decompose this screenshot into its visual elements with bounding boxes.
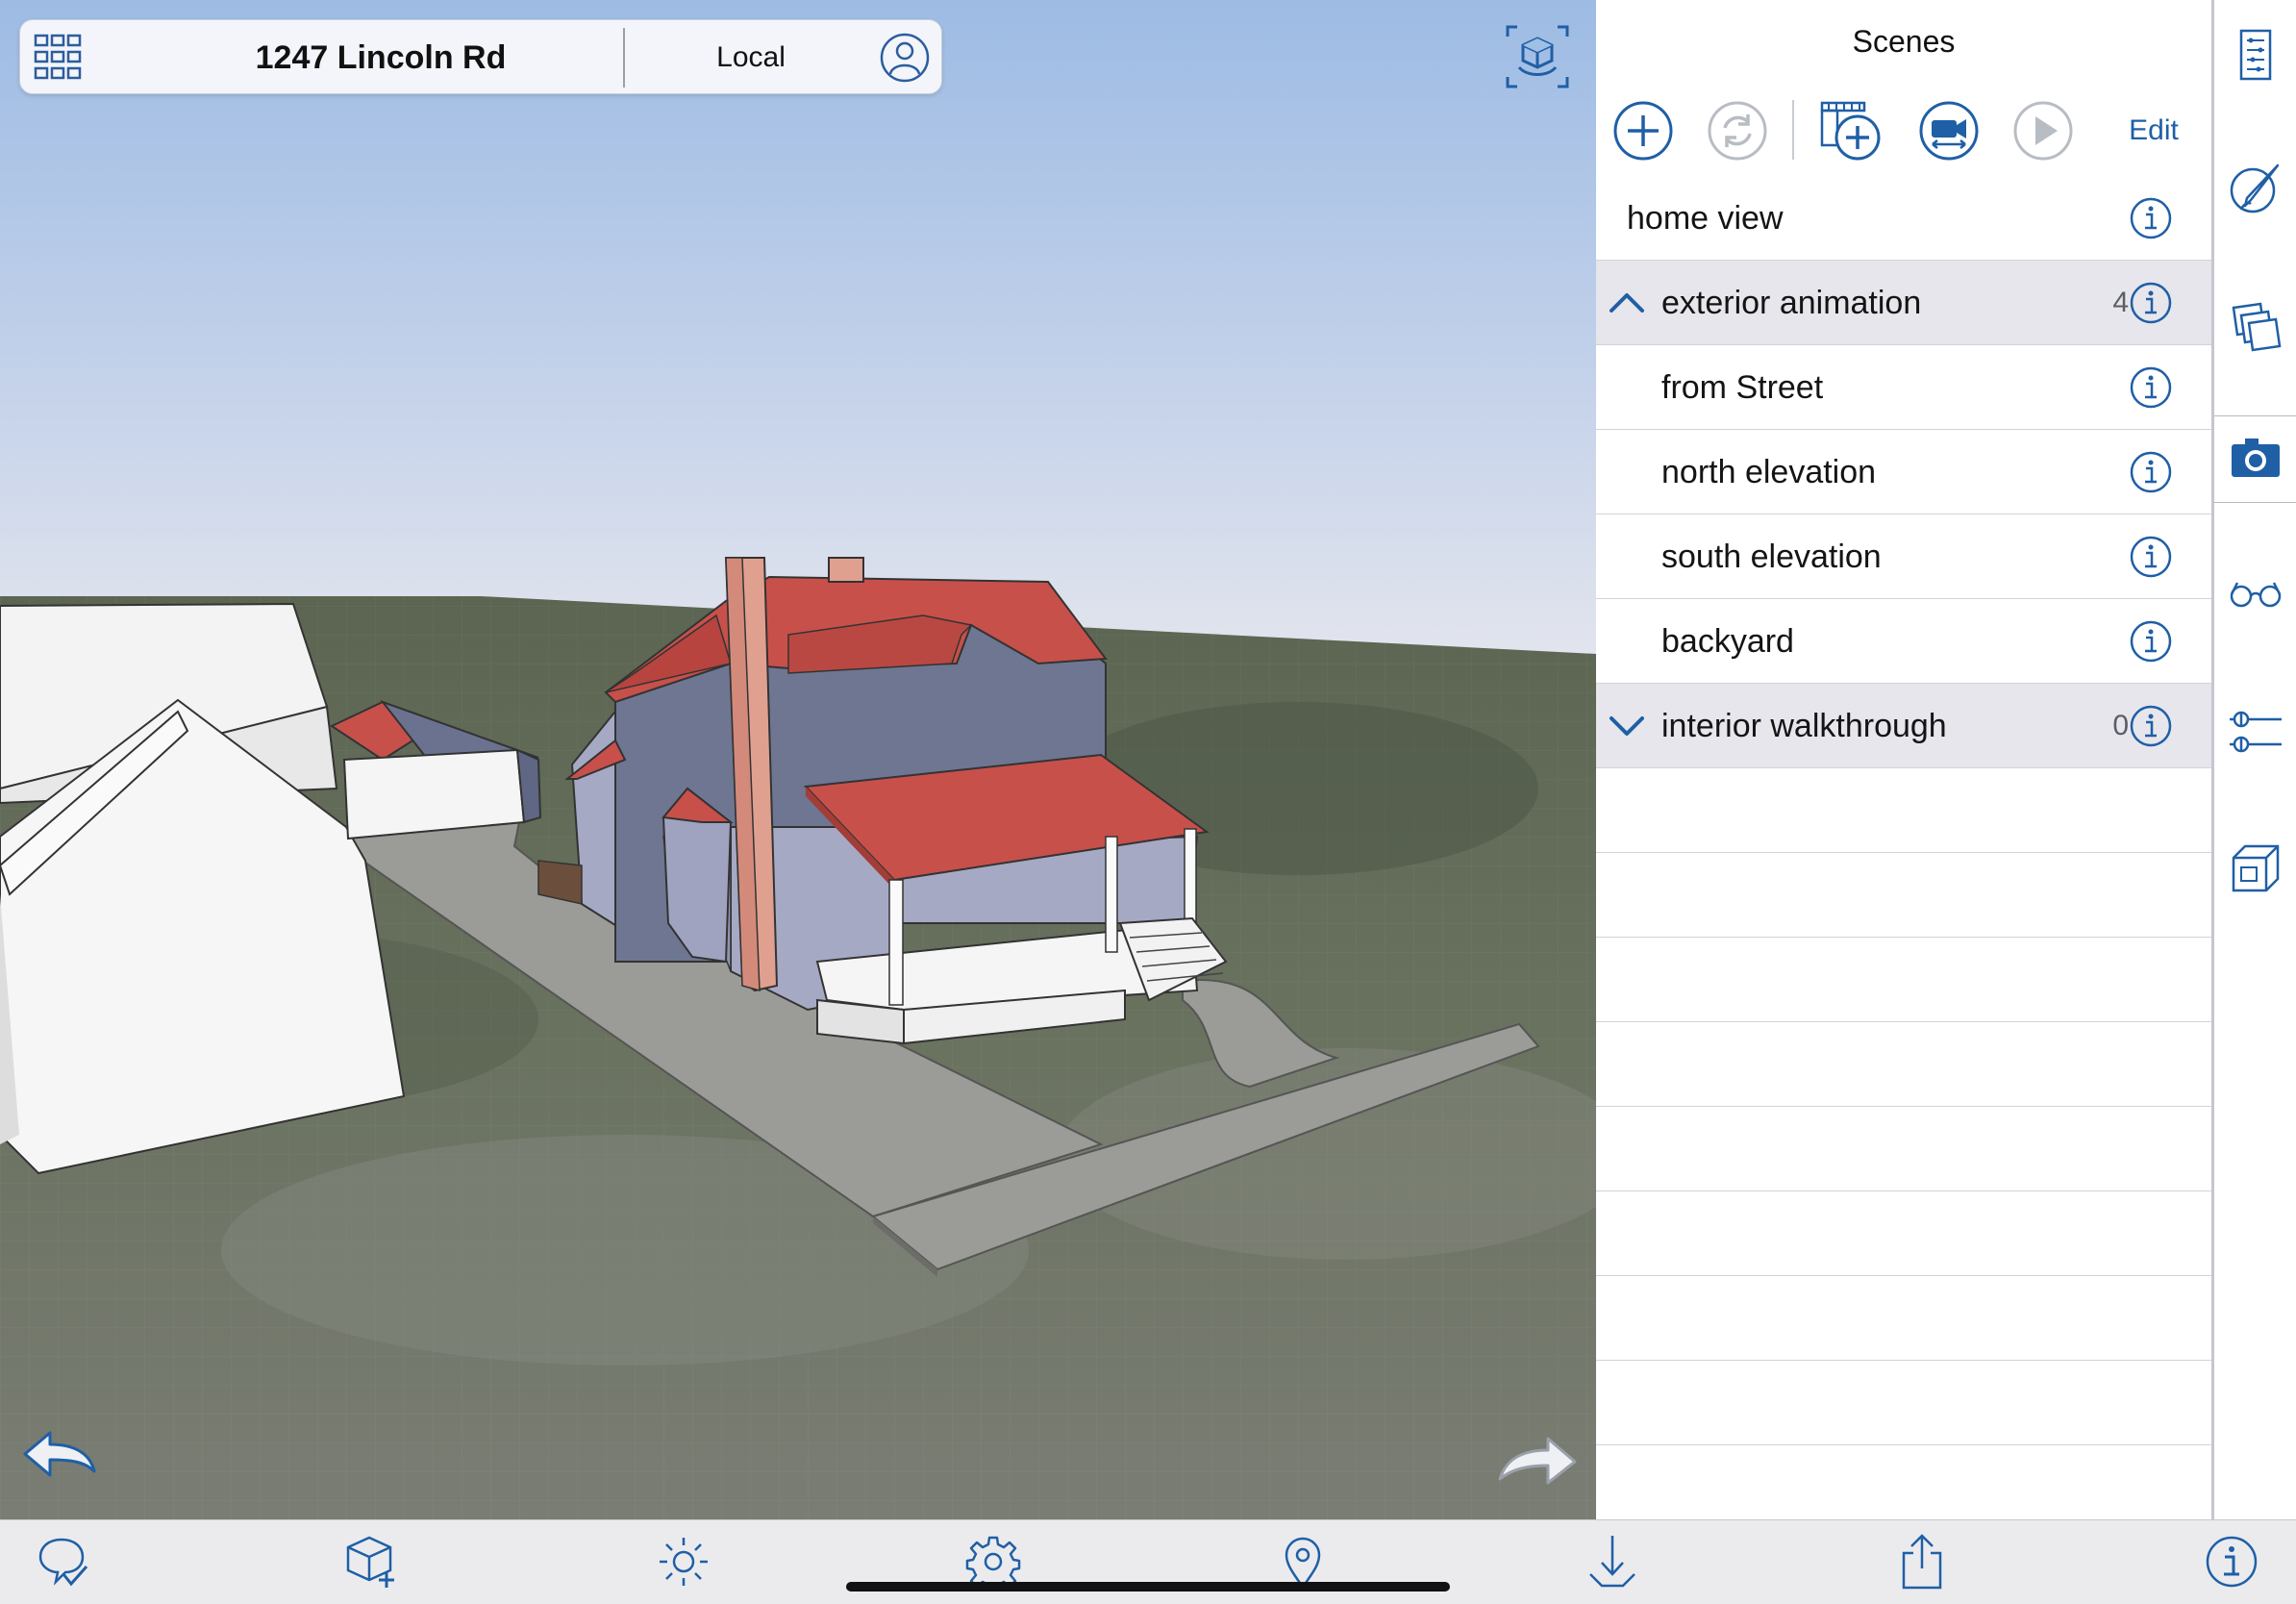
model-viewport[interactable] — [0, 0, 1596, 1519]
toolbar-separator — [1792, 100, 1794, 160]
empty-row — [1596, 1191, 2211, 1276]
empty-row — [1596, 1445, 2211, 1530]
undo-arrow-icon[interactable] — [21, 1427, 98, 1487]
scene-count: 4 — [2112, 287, 2129, 318]
model-title[interactable]: 1247 Lincoln Rd — [136, 20, 626, 95]
info-icon[interactable] — [2129, 450, 2173, 494]
camera-move-icon[interactable] — [1917, 99, 1981, 163]
info-icon[interactable] — [2204, 1534, 2259, 1590]
scene-label: south elevation — [1661, 539, 1882, 575]
empty-row — [1596, 1361, 2211, 1445]
scene-row-home-view[interactable]: home view — [1596, 176, 2211, 261]
3d-model-scene[interactable] — [0, 0, 1596, 1519]
scene-row-backyard[interactable]: backyard — [1596, 599, 2211, 684]
redo-arrow-icon[interactable] — [1496, 1431, 1579, 1491]
grid-icon[interactable] — [34, 34, 82, 82]
info-icon[interactable] — [2129, 619, 2173, 664]
scene-label: from Street — [1661, 369, 1824, 406]
edit-button[interactable]: Edit — [2106, 108, 2202, 154]
empty-row — [1596, 1276, 2211, 1361]
panel-title: Scenes — [1852, 24, 1956, 59]
title-bar: 1247 Lincoln Rd Local — [19, 19, 942, 94]
sun-icon[interactable] — [656, 1534, 711, 1590]
scene-row-south-elevation[interactable]: south elevation — [1596, 514, 2211, 599]
cube-orbit-icon[interactable] — [1506, 25, 1569, 88]
scene-label: home view — [1627, 200, 1784, 237]
info-icon[interactable] — [2129, 281, 2173, 325]
refresh-circle-icon[interactable] — [1706, 99, 1769, 163]
add-object-icon[interactable] — [344, 1534, 400, 1590]
scene-group-exterior-animation[interactable]: exterior animation 4 — [1596, 261, 2211, 345]
download-icon[interactable] — [1585, 1534, 1640, 1590]
share-icon[interactable] — [1894, 1534, 1950, 1590]
scene-label: north elevation — [1661, 454, 1877, 490]
markup-check-icon[interactable] — [35, 1534, 90, 1590]
person-icon[interactable] — [879, 32, 931, 84]
scenes-panel: Scenes Edit home view exterior animation… — [1596, 0, 2211, 1530]
section-planes-icon[interactable] — [2228, 704, 2284, 760]
empty-row — [1596, 938, 2211, 1022]
scene-group-label: interior walkthrough — [1661, 708, 1947, 744]
scene-list: home view exterior animation 4 from Stre… — [1596, 176, 2211, 1530]
play-circle-icon[interactable] — [2011, 99, 2075, 163]
title-divider — [623, 28, 625, 88]
tool-rail — [2214, 0, 2296, 1519]
info-icon[interactable] — [2129, 535, 2173, 579]
film-add-icon[interactable] — [1819, 99, 1883, 163]
scenes-camera-icon[interactable] — [2228, 431, 2284, 487]
outliner-icon[interactable] — [2228, 27, 2284, 83]
chevron-up-icon[interactable] — [1606, 282, 1648, 324]
location-label[interactable]: Local — [636, 20, 866, 95]
scene-count: 0 — [2112, 710, 2129, 741]
scene-group-label: exterior animation — [1661, 285, 1922, 321]
info-icon[interactable] — [2129, 704, 2173, 748]
add-circle-icon[interactable] — [1611, 99, 1675, 163]
empty-row — [1596, 768, 2211, 853]
empty-row — [1596, 1107, 2211, 1191]
empty-row — [1596, 853, 2211, 938]
scene-row-from-street[interactable]: from Street — [1596, 345, 2211, 430]
info-icon[interactable] — [2129, 196, 2173, 240]
info-icon[interactable] — [2129, 365, 2173, 410]
scene-row-north-elevation[interactable]: north elevation — [1596, 430, 2211, 514]
home-indicator — [846, 1582, 1450, 1591]
styles-brush-icon[interactable] — [2228, 162, 2284, 217]
chevron-down-icon[interactable] — [1606, 705, 1648, 747]
xray-glasses-icon[interactable] — [2228, 565, 2284, 621]
scene-group-interior-walkthrough[interactable]: interior walkthrough 0 — [1596, 684, 2211, 768]
empty-row — [1596, 1022, 2211, 1107]
scene-label: backyard — [1661, 623, 1794, 660]
bottom-toolbar — [0, 1519, 2296, 1604]
components-box-icon[interactable] — [2228, 839, 2284, 894]
layers-icon[interactable] — [2228, 296, 2284, 352]
